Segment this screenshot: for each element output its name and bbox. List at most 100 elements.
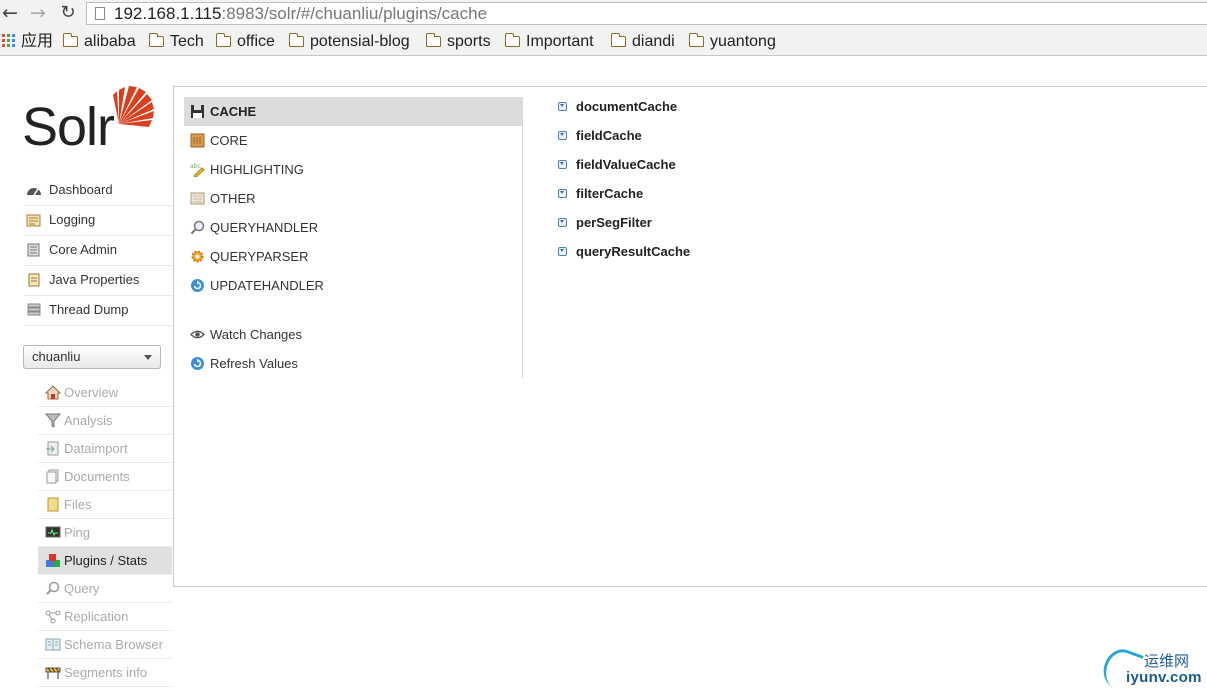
category-queryhandler[interactable]: QUERYHANDLER bbox=[184, 213, 522, 242]
core-nav-label: Segments info bbox=[64, 665, 148, 680]
plugin-name: fieldValueCache bbox=[576, 157, 676, 172]
core-nav-label: Schema Browser bbox=[64, 637, 163, 652]
core-nav-schema-browser[interactable]: Schema Browser bbox=[38, 631, 172, 659]
expand-icon bbox=[558, 102, 567, 111]
main-nav: Dashboard Logging Core Admin Java Proper… bbox=[24, 176, 172, 326]
category-divider bbox=[522, 97, 523, 378]
address-bar[interactable]: 192.168.1.115:8983/solr/#/chuanliu/plugi… bbox=[86, 2, 1207, 25]
category-highlighting[interactable]: abc HIGHLIGHTING bbox=[184, 155, 522, 184]
plugin-name: filterCache bbox=[576, 186, 644, 201]
svg-text:abc: abc bbox=[190, 163, 201, 170]
nav-item-label: Java Properties bbox=[49, 272, 140, 287]
folder-icon bbox=[689, 33, 704, 47]
core-nav-files[interactable]: Files bbox=[38, 491, 172, 519]
refresh-icon bbox=[191, 357, 204, 370]
plugin-name: queryResultCache bbox=[576, 244, 691, 259]
url-text[interactable]: 192.168.1.115:8983/solr/#/chuanliu/plugi… bbox=[114, 4, 487, 24]
back-arrow-icon[interactable]: ← bbox=[0, 3, 20, 23]
action-label: Refresh Values bbox=[210, 356, 298, 371]
eye-icon bbox=[190, 330, 205, 339]
core-selector-value: chuanliu bbox=[32, 349, 81, 364]
category-label: OTHER bbox=[210, 191, 256, 206]
core-nav-label: Overview bbox=[64, 385, 119, 400]
bookmark-office[interactable]: office bbox=[216, 32, 275, 52]
dataimport-icon bbox=[46, 441, 59, 456]
plugin-field-cache[interactable]: fieldCache bbox=[557, 121, 957, 150]
core-nav-overview[interactable]: Overview bbox=[38, 379, 172, 407]
solr-logo[interactable]: Solr bbox=[22, 84, 157, 156]
plugin-document-cache[interactable]: documentCache bbox=[557, 92, 957, 121]
watermark-en: iyunv.com bbox=[1126, 669, 1202, 686]
plugin-name: documentCache bbox=[576, 99, 678, 114]
forward-arrow-icon[interactable]: → bbox=[28, 3, 48, 23]
core-icon bbox=[190, 133, 205, 148]
nav-item-label: Dashboard bbox=[49, 182, 113, 197]
core-nav-segments-info[interactable]: Segments info bbox=[38, 659, 172, 687]
plugin-query-result-cache[interactable]: queryResultCache bbox=[557, 237, 957, 266]
category-core[interactable]: CORE bbox=[184, 126, 522, 155]
plugin-categories: CACHE CORE abc HIGHLIGHTING OTHER QUERYH… bbox=[184, 97, 522, 300]
core-nav-label: Ping bbox=[64, 525, 91, 540]
nav-item-java-properties[interactable]: Java Properties bbox=[24, 266, 172, 296]
core-admin-icon bbox=[27, 243, 40, 257]
plugin-per-seg-filter[interactable]: perSegFilter bbox=[557, 208, 957, 237]
files-icon bbox=[47, 497, 59, 512]
java-properties-icon bbox=[28, 273, 40, 287]
bookmark-potensial-blog[interactable]: potensial-blog bbox=[289, 32, 410, 52]
other-icon bbox=[190, 192, 205, 205]
core-nav-dataimport[interactable]: Dataimport bbox=[38, 435, 172, 463]
folder-icon bbox=[426, 33, 441, 47]
highlighter-icon: abc bbox=[190, 163, 205, 177]
plugin-actions: Watch Changes Refresh Values bbox=[184, 320, 522, 378]
core-nav-documents[interactable]: Documents bbox=[38, 463, 172, 491]
expand-icon bbox=[558, 189, 567, 198]
bookmark-sports[interactable]: sports bbox=[426, 32, 491, 52]
nav-item-logging[interactable]: Logging bbox=[24, 206, 172, 236]
nav-item-thread-dump[interactable]: Thread Dump bbox=[24, 296, 172, 326]
category-updatehandler[interactable]: UPDATEHANDLER bbox=[184, 271, 522, 300]
category-label: QUERYPARSER bbox=[210, 249, 309, 264]
plugin-field-value-cache[interactable]: fieldValueCache bbox=[557, 150, 957, 179]
bookmark-apps[interactable]: 应用 bbox=[2, 32, 53, 52]
bookmark-tech[interactable]: Tech bbox=[149, 32, 204, 52]
expand-icon bbox=[558, 131, 567, 140]
plugin-name: fieldCache bbox=[576, 128, 642, 143]
core-nav-label: Query bbox=[64, 581, 100, 596]
category-cache[interactable]: CACHE bbox=[184, 97, 522, 126]
refresh-icon bbox=[191, 279, 204, 292]
watermark: 运维网 iyunv.com bbox=[1098, 644, 1207, 694]
bookmark-alibaba[interactable]: alibaba bbox=[63, 32, 136, 52]
reload-icon[interactable]: ↻ bbox=[58, 3, 78, 23]
category-other[interactable]: OTHER bbox=[184, 184, 522, 213]
refresh-values-button[interactable]: Refresh Values bbox=[184, 349, 522, 378]
core-nav-label: Analysis bbox=[64, 413, 113, 428]
expand-icon bbox=[558, 160, 567, 169]
plugin-list: documentCache fieldCache fieldValueCache… bbox=[557, 92, 957, 266]
plugins-icon bbox=[46, 554, 60, 567]
nav-item-label: Core Admin bbox=[49, 242, 117, 257]
core-nav: Overview Analysis Dataimport Documents F… bbox=[38, 379, 172, 687]
category-queryparser[interactable]: QUERYPARSER bbox=[184, 242, 522, 271]
bookmark-diandi[interactable]: diandi bbox=[611, 32, 675, 52]
plugin-name: perSegFilter bbox=[576, 215, 652, 230]
chevron-down-icon bbox=[144, 355, 152, 360]
floppy-disk-icon bbox=[191, 105, 204, 118]
core-nav-plugins-stats[interactable]: Plugins / Stats bbox=[38, 547, 172, 575]
core-nav-ping[interactable]: Ping bbox=[38, 519, 172, 547]
category-label: QUERYHANDLER bbox=[210, 220, 319, 235]
bookmark-important[interactable]: Important bbox=[505, 32, 594, 52]
expand-icon bbox=[558, 247, 567, 256]
page-icon bbox=[95, 7, 105, 20]
plugin-filter-cache[interactable]: filterCache bbox=[557, 179, 957, 208]
folder-icon bbox=[63, 33, 78, 47]
core-nav-analysis[interactable]: Analysis bbox=[38, 407, 172, 435]
bookmark-yuantong[interactable]: yuantong bbox=[689, 32, 776, 52]
core-selector[interactable]: chuanliu bbox=[23, 345, 161, 369]
nav-item-dashboard[interactable]: Dashboard bbox=[24, 176, 172, 206]
nav-item-core-admin[interactable]: Core Admin bbox=[24, 236, 172, 266]
core-nav-replication[interactable]: Replication bbox=[38, 603, 172, 631]
watch-changes-button[interactable]: Watch Changes bbox=[184, 320, 522, 349]
core-nav-query[interactable]: Query bbox=[38, 575, 172, 603]
magnifier-icon bbox=[190, 220, 205, 235]
category-label: CACHE bbox=[210, 104, 257, 119]
